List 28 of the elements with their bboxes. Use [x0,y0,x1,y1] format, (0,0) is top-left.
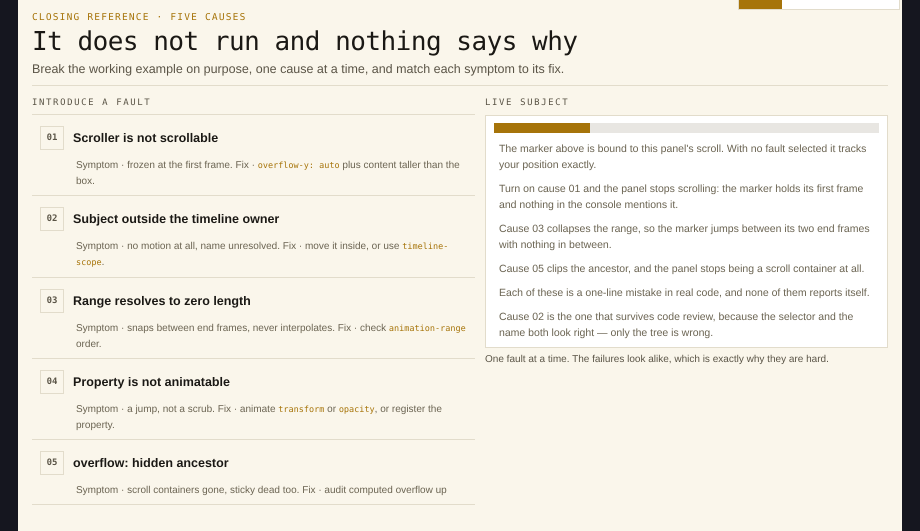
panel-paragraph: Cause 05 clips the ancestor, and the panel stops being a scroll container at all. [499,262,866,277]
fault-description: Symptom · no motion at all, name unresolved. Fix · move it inside, or use timeline-scope. [76,240,450,270]
fault-title[interactable]: Subject outside the timeline owner [73,212,280,226]
eyebrow-label: CLOSING REFERENCE · FIVE CAUSES [32,12,248,23]
panel-paragraph: The marker above is bound to this panel's scroll. With no fault selected it tracks your position exactly. [499,142,868,173]
panel-paragraph: Each of these is a one-line mistake in real code, and none of them reports itself. [499,286,871,301]
fault-description: Symptom · scroll containers gone, sticky dead too. Fix · audit computed overflow up [76,484,448,498]
scroll-panel[interactable] [485,115,888,348]
fault-number: 01 [40,126,64,150]
section-heading: LIVE SUBJECT [485,97,570,110]
fault-number: 03 [40,289,64,313]
fault-number: 04 [40,370,64,394]
fault-title[interactable]: overflow: hidden ancestor [73,456,229,470]
section-heading: INTRODUCE A FAULT [32,94,475,115]
panel-paragraph: Cause 02 is the one that survives code review, because the selector and the name both look right — only the tree is wrong. [499,310,854,341]
fault-number: 02 [40,207,64,231]
page-subtitle: Break the working example on purpose, one cause at a time, and match each symptom to its fix. [32,62,888,86]
fault-title[interactable]: Scroller is not scrollable [73,131,218,145]
fault-description: Symptom · snaps between end frames, never interpolates. Fix · check animation-range order. [76,322,467,352]
fault-number: 05 [40,451,64,475]
fault-title[interactable]: Property is not animatable [73,375,230,389]
panel-paragraph: Cause 03 collapses the range, so the marker jumps between its two end frames with nothing in between. [499,222,871,253]
fault-description: Symptom · frozen at the first frame. Fix · overflow-y: auto plus content taller than the box. [76,159,461,189]
fault-title[interactable]: Range resolves to zero length [73,294,251,308]
page-title: It does not run and nothing says why [32,27,579,57]
fault-description: Symptom · a jump, not a scrub. Fix · animate transform or opacity, or register the property. [76,403,443,433]
panel-caption: One fault at a time. The failures look alike, which is exactly why they are hard. [485,354,830,365]
panel-paragraph: Turn on cause 01 and the panel stops scrolling: the marker holds its first frame and nothing in the console mentions it. [499,182,864,213]
